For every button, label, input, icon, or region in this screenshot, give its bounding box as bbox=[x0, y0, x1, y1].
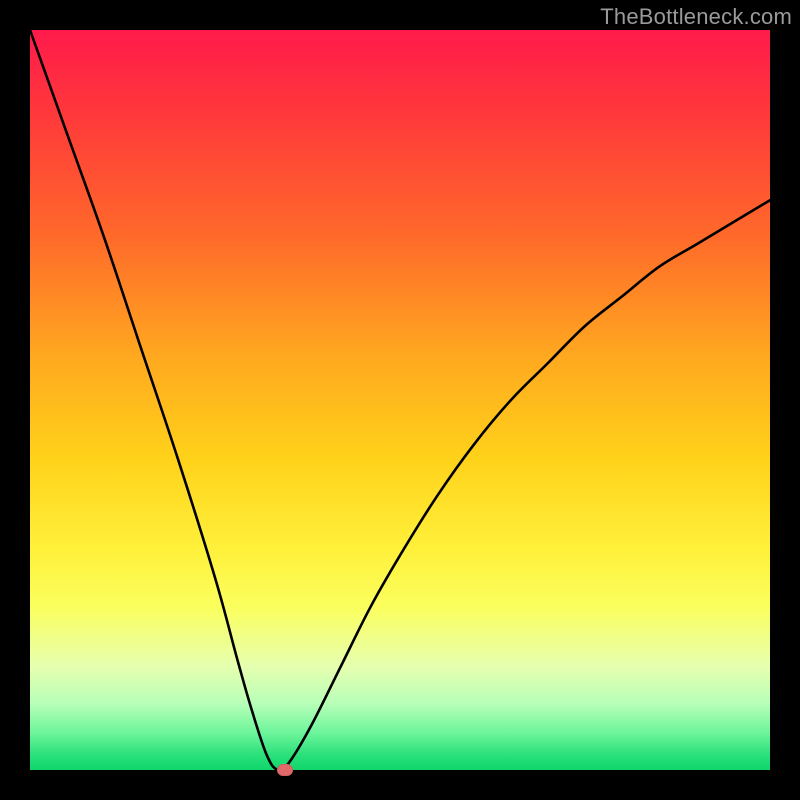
bottleneck-curve bbox=[30, 30, 770, 770]
optimal-point-marker bbox=[277, 764, 293, 776]
chart-plot-area bbox=[30, 30, 770, 770]
attribution-text: TheBottleneck.com bbox=[600, 4, 792, 30]
chart-stage: TheBottleneck.com bbox=[0, 0, 800, 800]
